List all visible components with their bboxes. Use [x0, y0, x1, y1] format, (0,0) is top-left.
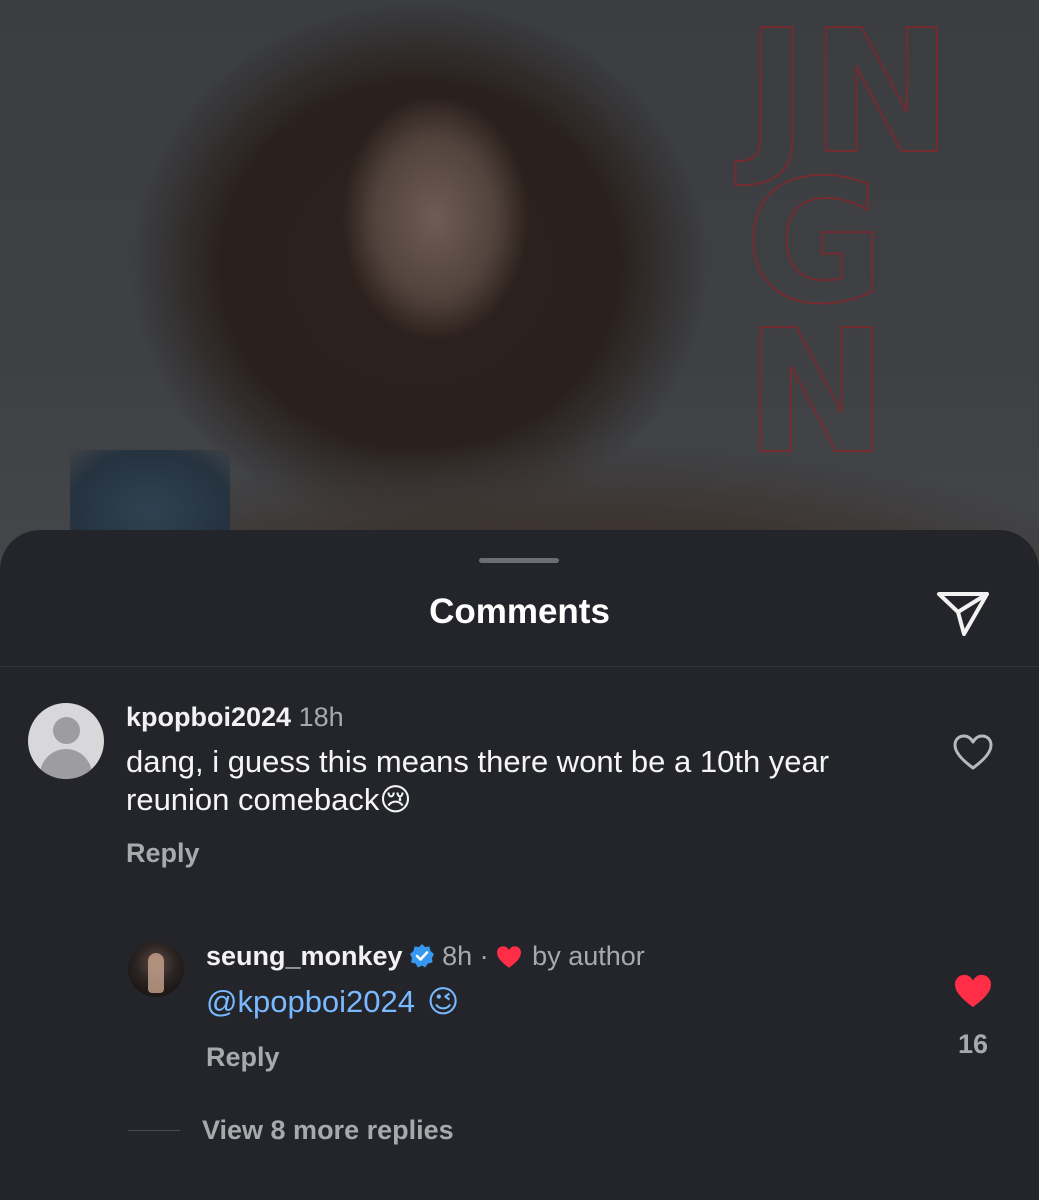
avatar[interactable] [28, 703, 104, 779]
reply-time: 8h [442, 941, 473, 971]
comment-time: 18h [298, 702, 344, 732]
outline-line: N [744, 294, 890, 492]
share-icon[interactable] [934, 588, 992, 640]
view-more-replies-button[interactable]: View 8 more replies [202, 1115, 454, 1146]
verified-badge-icon [409, 943, 435, 969]
like-count: 16 [957, 1029, 989, 1059]
comments-sheet: Comments kpopboi2024 18h dang, i guess t… [0, 530, 1039, 1200]
author-like-label: by author [532, 941, 645, 971]
winking-emoji: 😉 [427, 984, 460, 1020]
replies-thread-line [128, 1130, 180, 1131]
comment-text: dang, i guess this means there wont be a… [126, 743, 926, 819]
avatar-figure [148, 953, 164, 993]
comment-body: dang, i guess this means there wont be a… [126, 744, 830, 817]
heart-filled-icon[interactable] [953, 973, 993, 1009]
author-liked-heart-icon [495, 945, 523, 969]
crying-emoji: 😢 [379, 782, 412, 818]
reply-username[interactable]: seung_monkey [206, 941, 403, 971]
comment-meta: kpopboi2024 18h [126, 702, 344, 733]
reply-button[interactable]: Reply [126, 838, 200, 869]
heart-outline-icon[interactable] [952, 733, 994, 771]
mention-link[interactable]: @kpopboi2024 [206, 984, 415, 1019]
reply-button[interactable]: Reply [206, 1042, 280, 1073]
avatar-body [40, 749, 92, 779]
reply-text: @kpopboi2024 😉 [206, 984, 459, 1020]
post-outline-text: JN G N [744, 7, 1039, 492]
sheet-title: Comments [429, 592, 610, 631]
reply-meta: seung_monkey 8h · by author [206, 941, 645, 972]
header-divider [0, 666, 1039, 667]
reply-avatar[interactable] [128, 941, 184, 997]
meta-separator: · [479, 941, 489, 971]
avatar-head [53, 717, 80, 744]
comment-username[interactable]: kpopboi2024 [126, 702, 291, 732]
sheet-drag-handle[interactable] [479, 558, 559, 563]
post-image-background: JN G N [0, 0, 1039, 600]
